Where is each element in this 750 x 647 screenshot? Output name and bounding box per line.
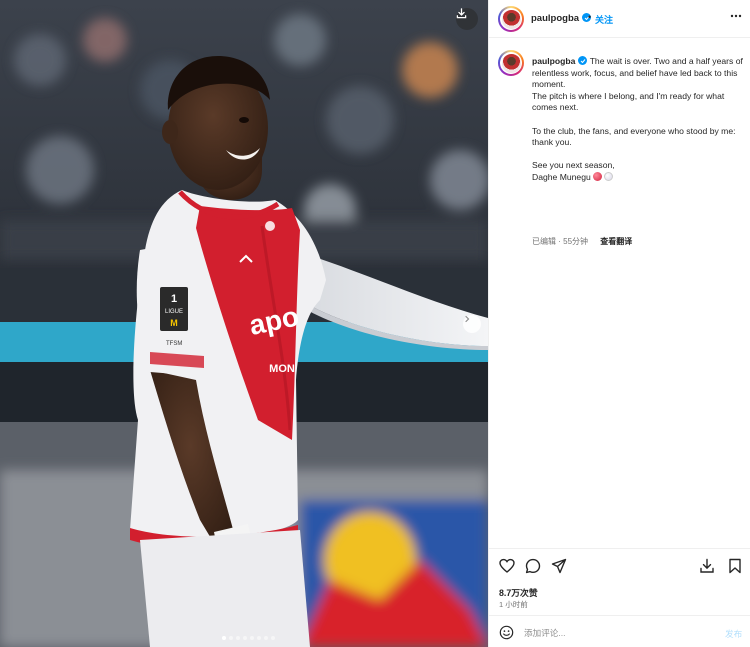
red-heart-emoji-icon [592, 171, 602, 181]
patch-label: LIGUE [165, 309, 183, 315]
sleeve-tag: TFSM [166, 341, 182, 347]
caption-meta: 已编辑 · 55分钟 查看翻译 [532, 236, 632, 247]
download-media-button[interactable] [456, 8, 478, 30]
send-icon[interactable] [551, 558, 567, 574]
white-heart-emoji-icon [603, 171, 613, 181]
instagram-post-window: 1 LIGUE M TFSM apo MON paulpogba • 关注 pa… [0, 0, 750, 647]
chevron-right-icon [465, 315, 470, 323]
more-horizontal-icon[interactable] [729, 9, 743, 23]
bookmark-icon[interactable] [727, 558, 743, 574]
smiley-icon[interactable] [499, 625, 514, 640]
patch-sponsor: M [170, 318, 178, 328]
carousel-dot [222, 636, 226, 640]
heart-icon[interactable] [499, 558, 515, 574]
post-actions: 8.7万次赞 1 小时前 发布 [489, 548, 750, 647]
post-header: paulpogba • 关注 [489, 0, 750, 38]
caption-username[interactable]: paulpogba [532, 56, 575, 66]
carousel-dot [236, 636, 240, 640]
translate-link[interactable]: 查看翻译 [600, 237, 632, 246]
next-slide-button[interactable] [463, 315, 481, 333]
post-timestamp[interactable]: 1 小时前 [499, 599, 528, 610]
caption-line: To the club, the fans, and everyone who … [532, 125, 736, 148]
username-link[interactable]: paulpogba [531, 13, 592, 24]
caption-text: paulpogba The wait is over. Two and a ha… [532, 56, 744, 184]
caption-line: Daghe Munegu [532, 171, 591, 182]
meta-dot: · [558, 237, 561, 246]
post-comment-button[interactable]: 发布 [725, 628, 742, 640]
follow-button[interactable]: 关注 [595, 13, 613, 26]
time-ago: 55分钟 [563, 237, 589, 246]
jersey-sponsor-sub: MON [269, 363, 295, 375]
carousel-dot [264, 636, 268, 640]
download-icon [456, 8, 467, 19]
carousel-dot [229, 636, 233, 640]
carousel-dot [243, 636, 247, 640]
avatar[interactable] [498, 6, 524, 32]
download-icon[interactable] [699, 558, 715, 574]
avatar[interactable] [498, 50, 524, 76]
username-text[interactable]: paulpogba [531, 13, 579, 24]
carousel-dot [271, 636, 275, 640]
carousel-dot [257, 636, 261, 640]
caption-line: The pitch is where I belong, and I'm rea… [532, 90, 725, 113]
verified-badge-icon [578, 56, 588, 65]
carousel-dot [250, 636, 254, 640]
carousel-indicator [222, 636, 275, 640]
edited-label: 已编辑 [532, 237, 556, 246]
header-separator: • [588, 12, 592, 22]
caption-line: See you next season, [532, 160, 615, 171]
patch-number: 1 [171, 293, 177, 305]
comment-icon[interactable] [525, 558, 541, 574]
post-photo: 1 LIGUE M TFSM apo MON [0, 0, 488, 647]
likes-count[interactable]: 8.7万次赞 [499, 586, 538, 599]
comment-input[interactable] [524, 626, 704, 640]
post-media[interactable]: 1 LIGUE M TFSM apo MON [0, 0, 488, 647]
comment-bar: 发布 [489, 615, 750, 647]
post-details-panel: paulpogba • 关注 paulpogba The wait is ove… [488, 0, 750, 647]
